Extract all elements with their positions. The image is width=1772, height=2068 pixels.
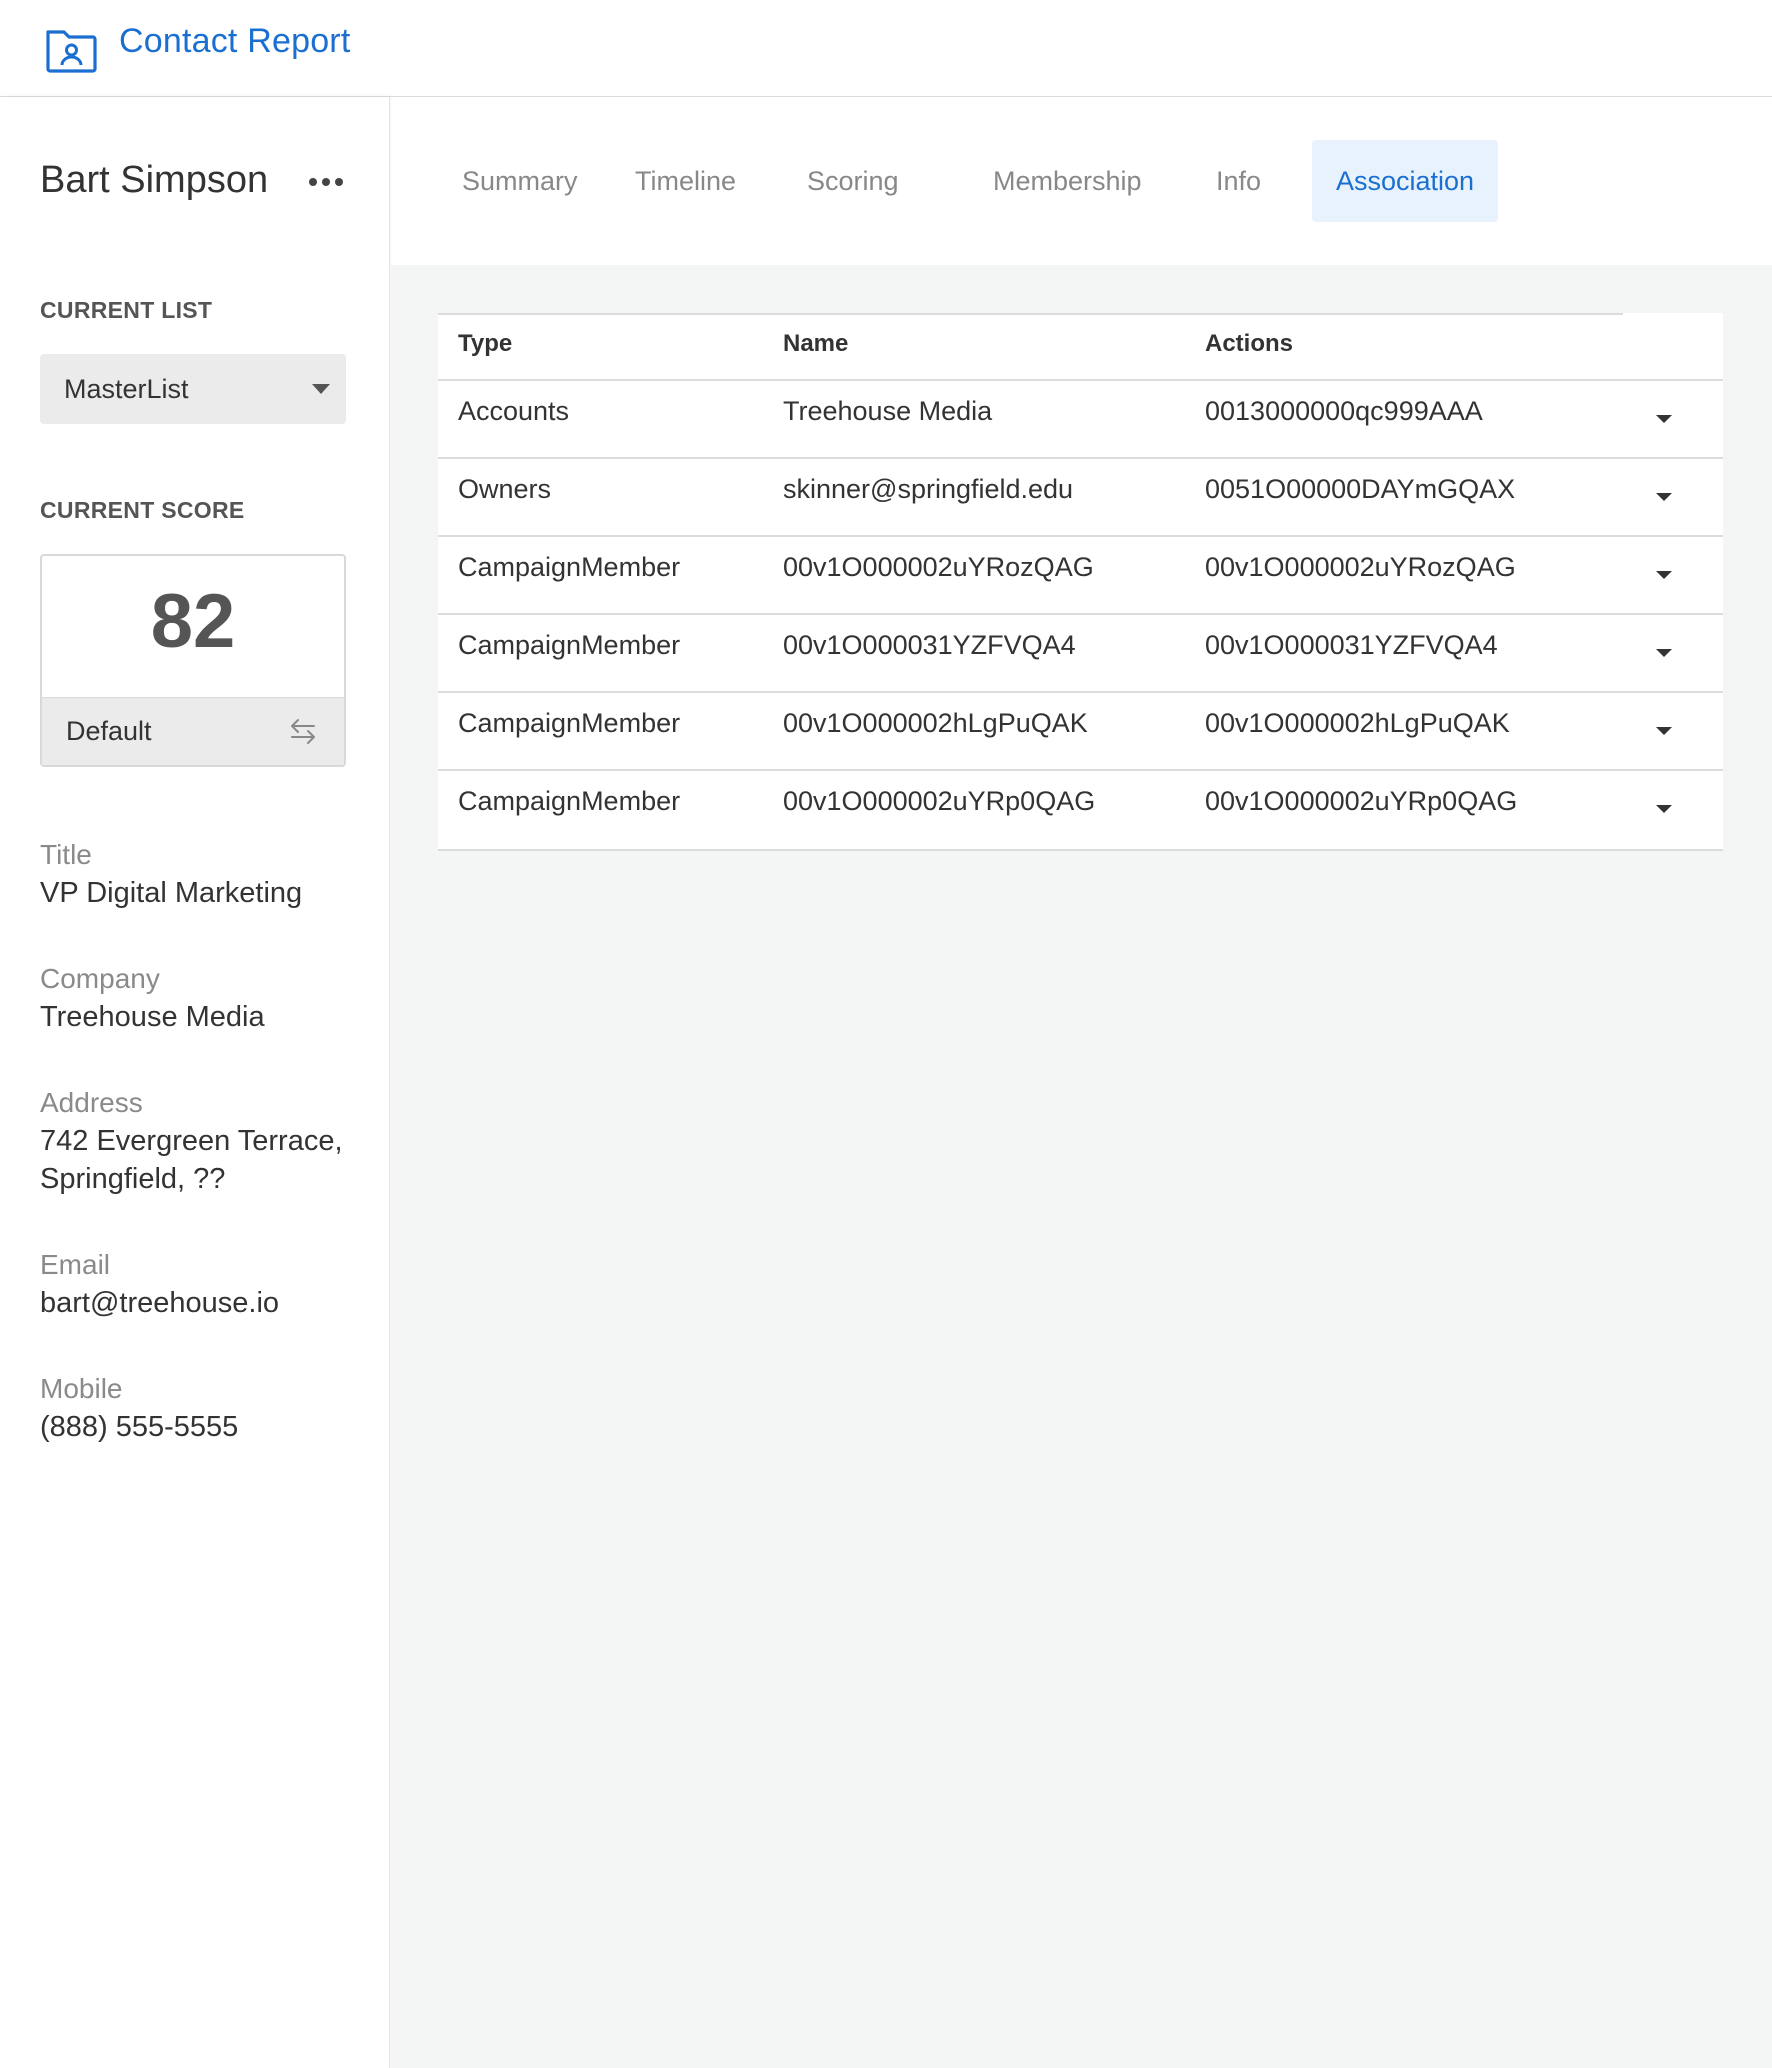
table-row: CampaignMember 00v1O000002uYRozQAG 00v1O… xyxy=(438,537,1723,615)
field-title: Title VP Digital Marketing xyxy=(40,836,370,912)
tab-timeline[interactable]: Timeline xyxy=(611,140,760,222)
tab-info[interactable]: Info xyxy=(1192,140,1285,222)
cell-action: 00v1O000002uYRozQAG xyxy=(1205,552,1516,582)
field-mobile: Mobile (888) 555-5555 xyxy=(40,1370,370,1446)
row-menu-caret-icon[interactable] xyxy=(1656,493,1672,501)
cell-type: Owners xyxy=(458,474,552,504)
field-value-line1: 742 Evergreen Terrace, xyxy=(40,1125,343,1157)
cell-name: 00v1O000031YZFVQA4 xyxy=(783,630,1076,660)
table-header: Type Name Actions xyxy=(438,313,1723,381)
cell-name: 00v1O000002uYRp0QAG xyxy=(783,786,1096,816)
tab-summary[interactable]: Summary xyxy=(438,140,602,222)
cell-type: Accounts xyxy=(458,396,570,426)
row-menu-caret-icon[interactable] xyxy=(1656,727,1672,735)
table-row: CampaignMember 00v1O000002hLgPuQAK 00v1O… xyxy=(438,693,1723,771)
field-company: Company Treehouse Media xyxy=(40,960,370,1036)
current-list-label: CURRENT LIST xyxy=(40,297,213,323)
cell-name: skinner@springfield.edu xyxy=(783,474,1074,504)
cell-type: CampaignMember xyxy=(458,708,681,738)
field-label: Mobile xyxy=(40,1373,123,1404)
app-header: Contact Report xyxy=(0,0,1772,97)
field-value-line2: Springfield, ?? xyxy=(40,1163,226,1195)
swap-arrows-icon xyxy=(291,719,315,744)
cell-action: 00v1O000031YZFVQA4 xyxy=(1205,630,1498,660)
table-row: CampaignMember 00v1O000002uYRp0QAG 00v1O… xyxy=(438,771,1723,849)
row-menu-caret-icon[interactable] xyxy=(1656,571,1672,579)
tab-association[interactable]: Association xyxy=(1312,140,1499,222)
cell-name: 00v1O000002hLgPuQAK xyxy=(783,708,1088,738)
table-row: Accounts Treehouse Media 0013000000qc999… xyxy=(438,381,1723,459)
contact-sidebar: Bart Simpson CURRENT LIST MasterList CUR… xyxy=(0,97,390,2068)
contact-name: Bart Simpson xyxy=(40,159,269,201)
score-model-label: Default xyxy=(66,716,152,746)
field-value[interactable]: (888) 555-5555 xyxy=(40,1408,370,1446)
current-list-value: MasterList xyxy=(64,374,189,404)
table-row: Owners skinner@springfield.edu 0051O0000… xyxy=(438,459,1723,537)
row-menu-caret-icon[interactable] xyxy=(1656,649,1672,657)
cell-name: 00v1O000002uYRozQAG xyxy=(783,552,1094,582)
current-list-select[interactable]: MasterList xyxy=(40,354,346,424)
caret-down-icon xyxy=(312,384,330,394)
field-value: VP Digital Marketing xyxy=(40,877,303,909)
association-table: Type Name Actions Accounts Treehouse Med… xyxy=(438,313,1723,851)
column-header-type: Type xyxy=(458,330,513,357)
main-panel: Summary Timeline Scoring Membership Info… xyxy=(391,97,1772,2068)
field-label: Email xyxy=(40,1249,111,1280)
cell-action: 0013000000qc999AAA xyxy=(1205,396,1483,426)
field-address: Address 742 Evergreen Terrace, Springfie… xyxy=(40,1084,370,1198)
cell-name: Treehouse Media xyxy=(783,396,993,426)
cell-type: CampaignMember xyxy=(458,552,681,582)
score-model-switcher[interactable]: Default xyxy=(42,697,344,765)
row-menu-caret-icon[interactable] xyxy=(1656,805,1672,813)
app-title: Contact Report xyxy=(119,22,351,60)
tab-membership[interactable]: Membership xyxy=(969,140,1166,222)
score-card: 82 Default xyxy=(40,554,346,767)
field-value: Treehouse Media xyxy=(40,1001,265,1033)
field-label: Company xyxy=(40,963,160,994)
field-label: Address xyxy=(40,1087,143,1118)
cell-action: 00v1O000002hLgPuQAK xyxy=(1205,708,1510,738)
field-label: Title xyxy=(40,839,92,870)
field-value[interactable]: bart@treehouse.io xyxy=(40,1284,370,1322)
cell-type: CampaignMember xyxy=(458,786,681,816)
column-header-name: Name xyxy=(783,330,849,357)
tab-scoring[interactable]: Scoring xyxy=(783,140,923,222)
cell-action: 0051O00000DAYmGQAX xyxy=(1205,474,1516,504)
table-row: CampaignMember 00v1O000031YZFVQA4 00v1O0… xyxy=(438,615,1723,693)
cell-type: CampaignMember xyxy=(458,630,681,660)
score-value: 82 xyxy=(150,579,236,664)
more-horizontal-icon[interactable] xyxy=(306,175,346,189)
tab-bar: Summary Timeline Scoring Membership Info… xyxy=(391,97,1772,265)
column-header-actions: Actions xyxy=(1205,330,1294,357)
folder-user-icon xyxy=(46,30,97,73)
field-email: Email bart@treehouse.io xyxy=(40,1246,370,1322)
row-menu-caret-icon[interactable] xyxy=(1656,415,1672,423)
cell-action: 00v1O000002uYRp0QAG xyxy=(1205,786,1518,816)
current-score-label: CURRENT SCORE xyxy=(40,497,245,523)
